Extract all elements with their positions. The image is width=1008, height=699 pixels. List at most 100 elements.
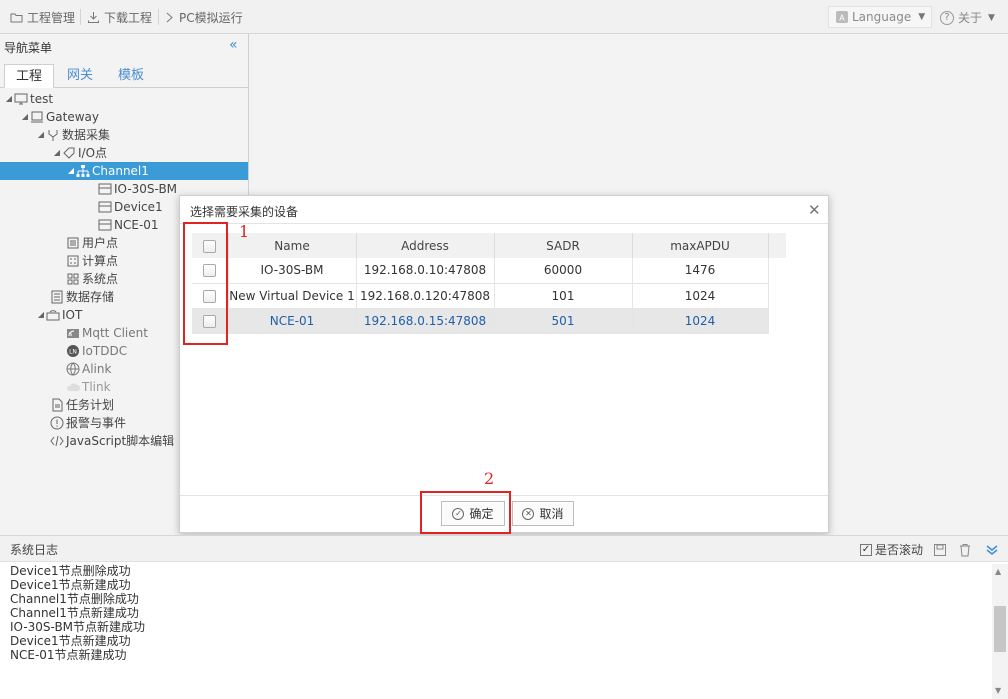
toolbar-divider: [80, 9, 81, 25]
divider: [180, 223, 828, 224]
language-icon: A: [836, 11, 848, 23]
device-icon: [98, 219, 112, 231]
tree-node-js-editor[interactable]: JavaScript脚本编辑: [50, 432, 174, 450]
annotation-label-2: 2: [484, 469, 495, 488]
log-scrollbar[interactable]: ▲ ▼: [992, 564, 1008, 699]
close-icon[interactable]: ✕: [808, 201, 821, 219]
expand-icon[interactable]: ◢: [4, 90, 14, 108]
scroll-thumb[interactable]: [994, 606, 1006, 652]
tree-node-data-storage[interactable]: 数据存储: [50, 288, 114, 306]
help-icon: ?: [940, 10, 954, 25]
autoscroll-checkbox[interactable]: ✓: [860, 543, 872, 556]
table-row[interactable]: New Virtual Device 1 192.168.0.120:47808…: [192, 283, 786, 309]
database-icon: [51, 290, 63, 304]
tab-gateway[interactable]: 网关: [56, 64, 104, 88]
expand-icon[interactable]: ◢: [66, 162, 76, 180]
tree-node-task-plan[interactable]: 任务计划: [50, 396, 114, 414]
tree-node-calc-points[interactable]: 计算点: [66, 252, 118, 270]
scroll-up-icon[interactable]: ▲: [995, 567, 1001, 576]
expand-icon[interactable]: ◢: [36, 126, 46, 144]
pc-simulate-button[interactable]: PC模拟运行: [165, 9, 243, 25]
cloud-icon: [66, 383, 80, 391]
expand-icon[interactable]: ◢: [36, 306, 46, 324]
tree-node-gateway[interactable]: ◢ Gateway: [20, 108, 99, 126]
tree-node-label: test: [30, 92, 54, 106]
tab-template[interactable]: 模板: [107, 64, 155, 88]
tree-node-system-points[interactable]: 系统点: [66, 270, 118, 288]
toolbar-divider: [158, 9, 159, 25]
dialog-title: 选择需要采集的设备: [190, 205, 299, 219]
pc-simulate-label: PC模拟运行: [179, 10, 243, 25]
tree-node-mqtt-client[interactable]: Mqtt Client: [66, 324, 148, 342]
log-line: Device1节点删除成功: [10, 564, 131, 578]
alert-icon: [50, 416, 64, 430]
expand-icon[interactable]: ◢: [52, 144, 62, 162]
table-header-row: Name Address SADR maxAPDU: [192, 233, 786, 258]
cancel-circle-icon: ✕: [522, 507, 535, 520]
tree-node-iotddc[interactable]: LN IoTDDC: [66, 342, 127, 360]
device-icon: [98, 183, 112, 195]
calc-icon: [67, 255, 79, 267]
cell-sadr: 501: [494, 308, 633, 334]
tree-node-io-30s-bm[interactable]: IO-30S-BM: [98, 180, 177, 198]
tree-node-label: 系统点: [82, 272, 119, 286]
log-title: 系统日志: [10, 543, 59, 557]
table-row[interactable]: IO-30S-BM 192.168.0.10:47808 60000 1476: [192, 258, 786, 284]
chevron-double-down-icon[interactable]: [985, 543, 999, 557]
download-project-label: 下载工程: [104, 10, 153, 25]
globe-icon: [66, 362, 80, 376]
tag-icon: [63, 147, 75, 159]
select-device-dialog: 选择需要采集的设备 ✕ Name Address SADR maxAPDU IO…: [179, 195, 829, 533]
tree-node-iot[interactable]: ◢ IOT: [36, 306, 82, 324]
system-log-panel: 系统日志 ✓ 是否滚动 Device1节点删除成功 Device1节点新建成功 …: [0, 535, 1008, 699]
log-header: 系统日志 ✓ 是否滚动: [0, 536, 1008, 562]
scroll-down-icon[interactable]: ▼: [995, 686, 1001, 695]
annotation-label-1: 1: [239, 222, 250, 241]
tree-node-tlink[interactable]: Tlink: [66, 378, 111, 396]
save-icon[interactable]: [933, 543, 947, 557]
monitor-icon: [14, 93, 28, 105]
tree-node-label: Tlink: [82, 380, 111, 394]
tree-node-data-collection[interactable]: ◢ 数据采集: [36, 126, 110, 144]
trash-icon[interactable]: [958, 543, 972, 557]
tree-node-label: Gateway: [46, 110, 100, 124]
log-line: IO-30S-BM节点新建成功: [10, 620, 146, 634]
iotddc-icon: LN: [67, 345, 79, 357]
about-button[interactable]: ? 关于 ▼: [940, 9, 995, 26]
collapse-sidebar-icon[interactable]: «: [229, 37, 237, 53]
tree-node-alink[interactable]: Alink: [66, 360, 111, 378]
cell-sadr: 101: [494, 283, 633, 309]
download-project-button[interactable]: 下载工程: [87, 9, 152, 25]
table-row[interactable]: NCE-01 192.168.0.15:47808 501 1024: [192, 308, 786, 334]
expand-icon[interactable]: ◢: [20, 108, 30, 126]
tree-node-test[interactable]: ◢ test: [4, 90, 53, 108]
project-manage-label: 工程管理: [27, 10, 76, 25]
cell-sadr: 60000: [494, 258, 633, 284]
tree-node-user-points[interactable]: 用户点: [66, 234, 118, 252]
column-header-sadr[interactable]: SADR: [494, 233, 633, 258]
network-icon: [76, 165, 90, 177]
column-header-maxapdu[interactable]: maxAPDU: [632, 233, 769, 258]
language-select[interactable]: A Language ▼: [828, 6, 932, 28]
tree-node-label: NCE-01: [114, 218, 159, 232]
tree-node-io-points[interactable]: ◢ I/O点: [52, 144, 107, 162]
device-table: Name Address SADR maxAPDU IO-30S-BM 192.…: [192, 233, 786, 334]
column-header-address[interactable]: Address: [356, 233, 495, 258]
tree-node-nce-01[interactable]: NCE-01: [98, 216, 159, 234]
tree-node-label: 数据存储: [66, 290, 115, 304]
tab-project[interactable]: 工程: [4, 64, 55, 88]
log-line: Channel1节点删除成功: [10, 592, 139, 606]
header-spacer: [768, 233, 786, 258]
cell-address: 192.168.0.120:47808: [356, 283, 495, 309]
log-line: Device1节点新建成功: [10, 578, 131, 592]
project-manage-button[interactable]: 工程管理: [10, 9, 75, 25]
tree-node-device1[interactable]: Device1: [98, 198, 163, 216]
row-spacer: [768, 308, 786, 333]
tree-node-channel1[interactable]: ◢ Channel1: [0, 162, 248, 180]
tree-node-label: I/O点: [78, 146, 108, 160]
tree-node-alarm-events[interactable]: 报警与事件: [50, 414, 126, 432]
iot-icon: [46, 310, 60, 321]
annotation-box-checkboxes: [183, 222, 228, 345]
cancel-button[interactable]: ✕ 取消: [512, 501, 574, 526]
tree-node-label: 报警与事件: [66, 416, 127, 430]
